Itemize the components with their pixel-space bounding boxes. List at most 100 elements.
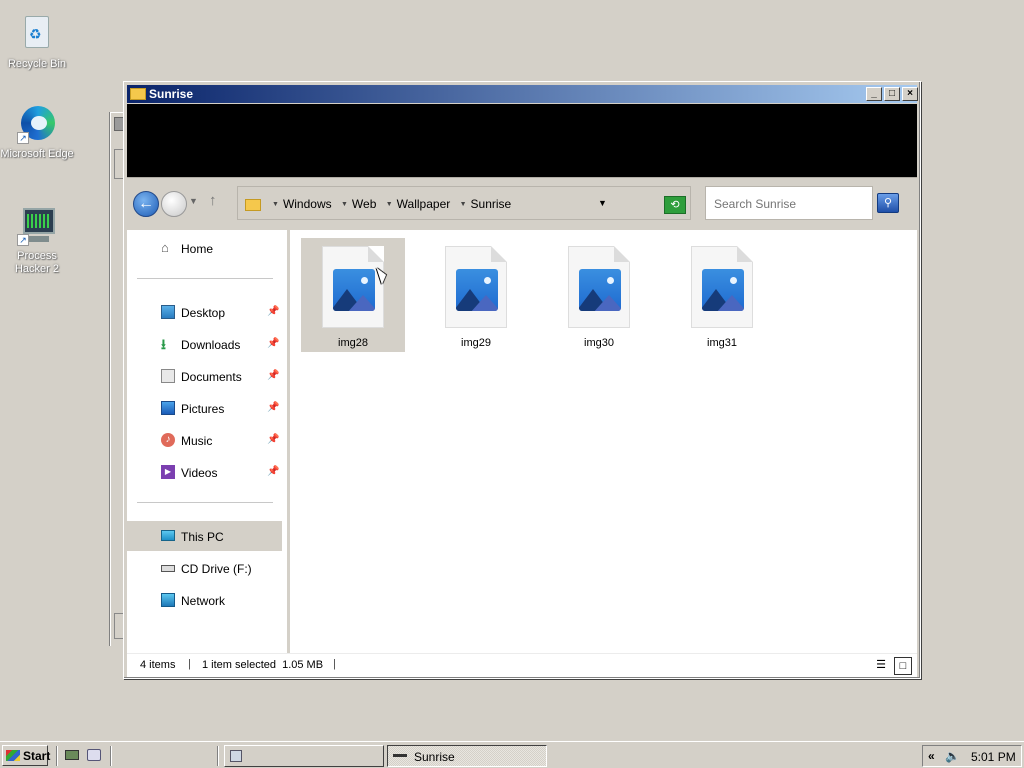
chevron-down-icon[interactable]: ▼ [272, 201, 279, 208]
pin-icon[interactable]: 📌 [267, 306, 279, 317]
taskbar-separator [56, 746, 58, 766]
sidebar-item-desktop[interactable]: Desktop 📌 [127, 297, 282, 327]
sidebar-item-home[interactable]: ⌂ Home [127, 233, 282, 263]
file-item[interactable]: img29 [424, 238, 528, 352]
shortcut-arrow-icon: ↗ [17, 234, 29, 246]
sidebar-item-label: CD Drive (F:) [181, 562, 252, 576]
sidebar-item-videos[interactable]: ▶ Videos 📌 [127, 457, 282, 487]
sidebar-item-downloads[interactable]: ⭳ Downloads 📌 [127, 329, 282, 359]
file-item[interactable]: img28 [301, 238, 405, 352]
sidebar-item-cd-drive[interactable]: CD Drive (F:) [127, 553, 282, 583]
sidebar-item-label: Home [181, 242, 214, 256]
pin-icon[interactable]: 📌 [267, 370, 279, 381]
explorer-body: ⌂ Home Desktop 📌 ⭳ Downloads 📌 Documents… [127, 230, 917, 653]
pictures-icon [161, 401, 175, 415]
forward-button[interactable] [161, 191, 187, 217]
minimize-button[interactable]: _ [866, 87, 882, 101]
sidebar-item-label: Videos [181, 466, 218, 480]
file-name: img30 [584, 337, 614, 349]
breadcrumb-windows[interactable]: Windows [283, 197, 332, 211]
back-button[interactable]: ← [133, 191, 159, 217]
sidebar-item-label: Downloads [181, 338, 241, 352]
ribbon-area [127, 104, 917, 177]
image-file-icon [445, 246, 507, 328]
refresh-button[interactable]: ⟲ [664, 196, 686, 214]
status-bar: 4 items | 1 item selected 1.05 MB | ☰ □ [127, 653, 917, 677]
divider [137, 502, 273, 503]
desktop-icon-edge[interactable]: ↗ Microsoft Edge [0, 104, 77, 161]
address-dropdown-icon[interactable]: ▼ [598, 198, 607, 208]
details-view-icon[interactable]: ☰ [872, 657, 890, 675]
shortcut-arrow-icon: ↗ [17, 132, 29, 144]
breadcrumb-sunrise[interactable]: Sunrise [471, 197, 512, 211]
close-button[interactable]: × [902, 87, 918, 101]
sidebar-item-documents[interactable]: Documents 📌 [127, 361, 282, 391]
show-desktop-icon[interactable] [64, 747, 80, 763]
file-item[interactable]: img31 [670, 238, 774, 352]
sidebar-item-pictures[interactable]: Pictures 📌 [127, 393, 282, 423]
task-button[interactable] [224, 745, 384, 767]
sidebar-item-music[interactable]: ♪ Music 📌 [127, 425, 282, 455]
sidebar-item-label: Documents [181, 370, 242, 384]
large-icons-view-icon[interactable]: □ [894, 657, 912, 675]
edge-label: Microsoft Edge [0, 148, 74, 160]
pin-icon[interactable]: 📌 [267, 338, 279, 349]
image-file-icon [691, 246, 753, 328]
search-input[interactable] [712, 196, 862, 212]
sidebar-item-label: Music [181, 434, 213, 448]
image-file-icon [568, 246, 630, 328]
process-hacker-icon: ↗ [17, 206, 57, 246]
volume-icon[interactable]: 🔈 [945, 749, 960, 763]
explorer-window: Sunrise _ □ × ← ▼ ↑ ▼ Windows ▼ Web ▼ Wallp… [123, 81, 921, 679]
search-box[interactable] [705, 186, 873, 220]
file-name: img28 [338, 337, 368, 349]
file-item[interactable]: img30 [547, 238, 651, 352]
pin-icon[interactable]: 📌 [267, 434, 279, 445]
sidebar-item-this-pc[interactable]: This PC [127, 521, 282, 551]
address-bar[interactable]: ▼ Windows ▼ Web ▼ Wallpaper ▼ Sunrise ▼ ⟲ [237, 186, 691, 220]
desktop-icon-recycle-bin[interactable]: ♻ Recycle Bin [0, 14, 77, 71]
divider [137, 278, 273, 279]
chevron-down-icon[interactable]: ▼ [460, 201, 467, 208]
clock[interactable]: 5:01 PM [971, 750, 1016, 764]
up-button[interactable]: ↑ [209, 192, 217, 209]
quick-launch-icon[interactable] [86, 747, 102, 763]
breadcrumb-web[interactable]: Web [352, 197, 376, 211]
music-icon: ♪ [161, 433, 175, 447]
taskbar: Start Sunrise « 🔈 5:01 PM [0, 741, 1024, 768]
sidebar-item-network[interactable]: Network [127, 585, 282, 615]
show-hidden-icons-button[interactable]: « [928, 749, 935, 763]
taskbar-separator [217, 746, 219, 766]
sidebar-item-label: Pictures [181, 402, 225, 416]
task-button-sunrise[interactable]: Sunrise [387, 745, 547, 767]
recent-locations-dropdown[interactable]: ▼ [189, 196, 198, 206]
cd-drive-icon [161, 565, 175, 572]
title-bar[interactable]: Sunrise _ □ × [127, 85, 918, 103]
pin-icon[interactable]: 📌 [267, 466, 279, 477]
desktop-icon [161, 305, 175, 319]
item-count: 4 items [140, 659, 176, 671]
maximize-button[interactable]: □ [884, 87, 900, 101]
document-icon [161, 369, 175, 383]
folder-icon [245, 199, 261, 211]
pin-icon[interactable]: 📌 [267, 402, 279, 413]
navigation-bar: ← ▼ ↑ ▼ Windows ▼ Web ▼ Wallpaper ▼ Sunrise … [127, 177, 917, 229]
file-list: img28 img29 img30 img31 [290, 230, 917, 653]
start-button[interactable]: Start [2, 745, 50, 766]
chevron-down-icon[interactable]: ▼ [386, 201, 393, 208]
search-icon[interactable]: ⚲ [877, 193, 899, 213]
breadcrumb: ▼ Windows ▼ Web ▼ Wallpaper ▼ Sunrise [268, 197, 513, 211]
background-window-edge[interactable] [110, 112, 124, 646]
home-icon: ⌂ [161, 240, 169, 255]
sidebar-item-label: This PC [181, 530, 224, 544]
navigation-pane: ⌂ Home Desktop 📌 ⭳ Downloads 📌 Documents… [127, 230, 287, 653]
status-separator: | [333, 658, 336, 670]
edge-icon: ↗ [17, 104, 57, 144]
image-file-icon [322, 246, 384, 328]
breadcrumb-wallpaper[interactable]: Wallpaper [397, 197, 451, 211]
system-tray: « 🔈 5:01 PM [922, 745, 1022, 767]
process-hacker-label: Process Hacker 2 [14, 250, 60, 275]
chevron-down-icon[interactable]: ▼ [341, 201, 348, 208]
desktop-icon-process-hacker[interactable]: ↗ Process Hacker 2 [0, 206, 77, 276]
sidebar-item-label: Network [181, 594, 226, 608]
